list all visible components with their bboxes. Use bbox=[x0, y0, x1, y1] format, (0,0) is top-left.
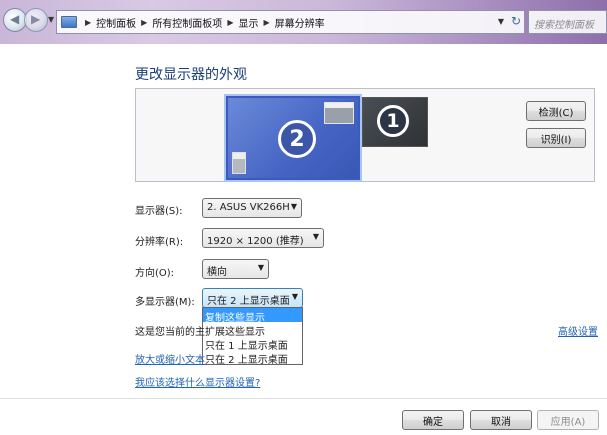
chevron-down-icon: ▼ bbox=[257, 263, 264, 272]
chevron-down-icon: ▼ bbox=[290, 202, 297, 211]
which-setting-link[interactable]: 我应该选择什么显示器设置? bbox=[135, 374, 260, 389]
monitor-2-tile[interactable]: 2 bbox=[224, 94, 362, 182]
dropdown-option-only-1[interactable]: 只在 1 上显示桌面 bbox=[203, 336, 302, 352]
multi-display-select-value: 只在 2 上显示桌面 bbox=[207, 296, 290, 307]
apply-button[interactable]: 应用(A) bbox=[537, 410, 599, 430]
detect-button[interactable]: 检测(C) bbox=[526, 101, 586, 121]
cancel-button[interactable]: 取消 bbox=[470, 410, 532, 430]
chevron-right-icon: ▶ bbox=[85, 17, 92, 27]
multi-display-select[interactable]: 只在 2 上显示桌面 ▼ bbox=[202, 288, 303, 308]
control-panel-icon bbox=[61, 16, 77, 28]
forward-arrow-icon: ▶ bbox=[31, 12, 41, 26]
chevron-right-icon[interactable]: ▶ bbox=[227, 18, 233, 27]
chevron-right-icon[interactable]: ▶ bbox=[263, 18, 269, 27]
forward-button[interactable]: ▶ bbox=[24, 8, 48, 32]
breadcrumb-control-panel[interactable]: 控制面板 bbox=[96, 15, 136, 30]
dropdown-option-duplicate[interactable]: 复制这些显示 bbox=[203, 308, 302, 324]
multi-display-dropdown: 复制这些显示 扩展这些显示 只在 1 上显示桌面 只在 2 上显示桌面 bbox=[202, 307, 303, 366]
search-input[interactable]: 搜索控制面板 bbox=[528, 10, 607, 34]
back-arrow-icon: ◀ bbox=[10, 12, 20, 26]
orientation-select[interactable]: 横向 ▼ bbox=[202, 259, 269, 279]
monitor-1-tile[interactable]: 1 bbox=[362, 97, 428, 147]
ok-button[interactable]: 确定 bbox=[402, 410, 464, 430]
breadcrumb-all-items[interactable]: 所有控制面板项 bbox=[152, 15, 222, 30]
orientation-label: 方向(O): bbox=[135, 268, 175, 279]
taskbar-thumbnail-icon bbox=[232, 152, 246, 174]
display-select[interactable]: 2. ASUS VK266H ▼ bbox=[202, 198, 302, 218]
window-thumbnail-icon bbox=[324, 102, 354, 124]
history-dropdown-icon[interactable]: ▼ bbox=[48, 15, 54, 24]
display-label: 显示器(S): bbox=[135, 206, 183, 217]
resolution-select-value: 1920 × 1200 (推荐) bbox=[207, 236, 304, 247]
breadcrumb-screen-resolution[interactable]: 屏幕分辨率 bbox=[275, 15, 325, 30]
monitor-1-number: 1 bbox=[377, 105, 409, 137]
dropdown-option-only-2[interactable]: 只在 2 上显示桌面 bbox=[203, 350, 302, 366]
monitor-2-number: 2 bbox=[278, 120, 316, 158]
chevron-right-icon[interactable]: ▶ bbox=[141, 18, 147, 27]
chevron-down-icon: ▼ bbox=[291, 292, 298, 301]
address-bar[interactable]: ▶ 控制面板 ▶ 所有控制面板项 ▶ 显示 ▶ 屏幕分辨率 ▼ ↻ bbox=[56, 10, 525, 34]
advanced-settings-link[interactable]: 高级设置 bbox=[558, 323, 598, 338]
resolution-label: 分辨率(R): bbox=[135, 237, 184, 248]
address-toolbar: ◀ ▶ ▼ ▶ 控制面板 ▶ 所有控制面板项 ▶ 显示 ▶ 屏幕分辨率 ▼ ↻ … bbox=[0, 0, 607, 44]
identify-button[interactable]: 识别(I) bbox=[526, 128, 586, 148]
current-main-display-text: 这是您当前的主 bbox=[135, 327, 205, 338]
orientation-select-value: 横向 bbox=[207, 267, 227, 278]
breadcrumb-display[interactable]: 显示 bbox=[238, 15, 258, 30]
multi-display-label: 多显示器(M): bbox=[135, 297, 195, 308]
display-select-value: 2. ASUS VK266H bbox=[207, 202, 290, 213]
enlarge-text-link[interactable]: 放大或缩小文本 bbox=[135, 351, 205, 366]
refresh-icon[interactable]: ↻ bbox=[511, 14, 521, 28]
footer-divider bbox=[0, 398, 607, 399]
chevron-down-icon: ▼ bbox=[312, 232, 319, 241]
address-dropdown-icon[interactable]: ▼ bbox=[498, 17, 504, 26]
page-title: 更改显示器的外观 bbox=[135, 67, 247, 83]
dropdown-option-extend[interactable]: 扩展这些显示 bbox=[203, 322, 302, 338]
resolution-select[interactable]: 1920 × 1200 (推荐) ▼ bbox=[202, 228, 324, 248]
